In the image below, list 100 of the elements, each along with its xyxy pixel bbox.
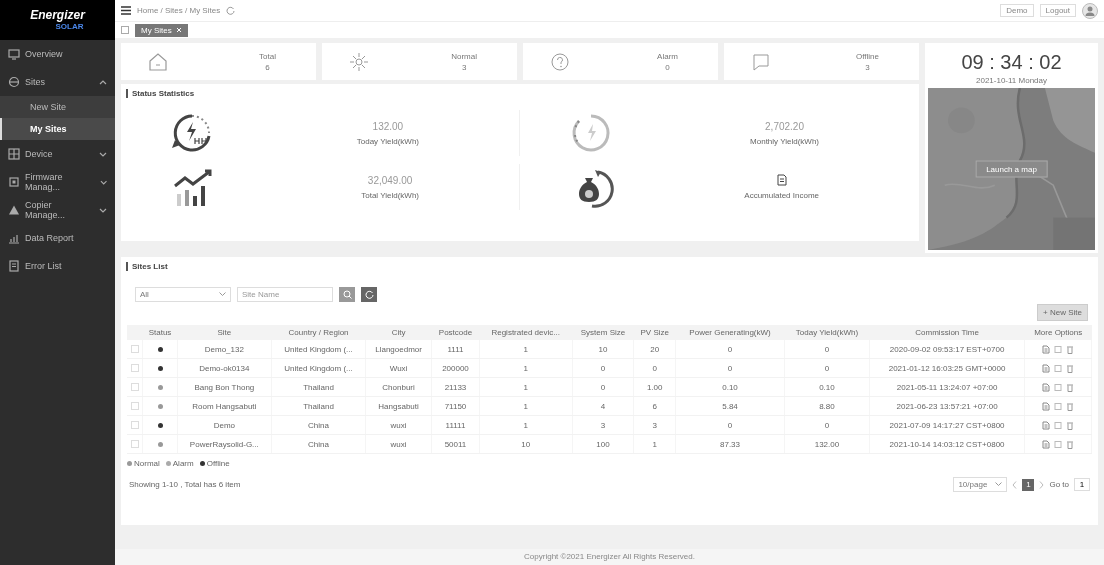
table-cell: 1 (479, 377, 572, 397)
chip-icon (8, 176, 20, 188)
table-cell: PowerRaysolid-G... (177, 434, 272, 454)
question-icon (549, 50, 571, 73)
table-cell: 0 (675, 340, 785, 359)
table-cell: 1 (479, 415, 572, 435)
new-site-button[interactable]: + New Site (1037, 304, 1088, 321)
sidebar-item[interactable]: Error List (0, 252, 115, 280)
reset-button[interactable] (361, 287, 377, 302)
close-icon (175, 27, 182, 33)
table-cell: Hangsabuti (365, 396, 432, 416)
table-cell: Bang Bon Thong (177, 377, 272, 397)
search-button[interactable] (339, 287, 355, 302)
edit-icon (1042, 363, 1051, 373)
search-field[interactable]: Site Name (237, 287, 333, 302)
avatar-icon (1082, 2, 1098, 19)
table-cell: 132.00 (784, 434, 870, 454)
table-cell: 1111 (431, 340, 480, 359)
row-checkbox[interactable] (130, 383, 139, 392)
statistic-label: Total Yield(kWh) (361, 190, 419, 200)
panel-title: Sites List (126, 262, 1098, 271)
table-cell: 0 (784, 340, 870, 359)
table-cell: 6 (633, 396, 676, 416)
summary-value: 3 (460, 61, 468, 73)
table-cell: 0 (675, 415, 785, 435)
row-checkbox[interactable] (130, 421, 139, 430)
legend-label: Offline (206, 459, 230, 468)
table-cell: wuxi (365, 434, 432, 454)
sidebar-item[interactable]: Device (0, 140, 115, 168)
table-cell: 1.00 (633, 377, 676, 397)
table-cell: 20 (633, 340, 676, 359)
sidebar-item[interactable]: Firmware Manag... (0, 168, 115, 196)
table-cell: 2021-06-23 13:57:21 +07:00 (869, 396, 1025, 416)
row-checkbox[interactable] (130, 364, 139, 373)
square-icon (1054, 401, 1063, 411)
row-checkbox[interactable] (130, 402, 139, 411)
result-summary: Showing 1-10 , Total has 6 item (129, 480, 241, 489)
header-button[interactable]: Demo (1000, 4, 1034, 17)
sidebar-item[interactable]: Data Report (0, 224, 115, 252)
goto-label: Go to (1049, 480, 1069, 489)
table-cell: Demo-ok0134 (177, 358, 272, 378)
next-page-button[interactable] (1039, 480, 1045, 489)
filter-select[interactable]: All (135, 287, 231, 302)
table-cell: 2021-07-09 14:17:27 CST+0800 (869, 415, 1025, 435)
menu-icon (121, 6, 131, 15)
goto-field[interactable]: 1 (1074, 478, 1090, 491)
sidebar-subitem[interactable]: New Site (0, 96, 115, 118)
column-header: Commission Time (869, 325, 1025, 340)
table-cell: 21133 (431, 377, 480, 397)
table-cell: 1 (633, 434, 676, 454)
panel-title: Status Statistics (126, 89, 919, 98)
statistic-label: Today Yield(kWh) (356, 136, 419, 146)
row-checkbox[interactable] (130, 345, 139, 354)
summary-value: 6 (264, 61, 271, 73)
table-cell: Thailand (271, 396, 366, 416)
list-icon (8, 260, 20, 272)
statistic-label: Monthly Yield(kWh) (750, 136, 819, 146)
square-icon (1054, 439, 1063, 449)
caret-down-icon (219, 292, 226, 297)
reset-icon (364, 290, 374, 299)
summary-value: 3 (864, 61, 871, 73)
delete-icon (1066, 382, 1075, 392)
column-header: Site (177, 325, 272, 340)
table-cell: Thailand (271, 377, 366, 397)
caret-down-icon (995, 482, 1003, 487)
sidebar-item[interactable]: Overview (0, 40, 115, 68)
delete-icon (1066, 401, 1075, 411)
table-cell: 0 (784, 415, 870, 435)
column-header: More Options (1024, 325, 1092, 340)
refresh-icon (226, 6, 236, 15)
edit-icon (1042, 344, 1051, 354)
page-size-select[interactable]: 10/page (953, 477, 1008, 492)
edit-icon (1042, 420, 1051, 430)
edit-icon (1042, 439, 1051, 449)
table-cell: China (271, 434, 366, 454)
column-header: Registrated devic... (479, 325, 572, 340)
statistic-value: 2,702.20 (765, 120, 804, 132)
table-cell: Chonburi (365, 377, 432, 397)
tab[interactable]: My Sites (135, 23, 188, 37)
table-cell: Llangoedmor (365, 340, 432, 359)
previous-page-button[interactable] (1012, 480, 1018, 489)
header-button[interactable]: Logout (1039, 4, 1076, 17)
logo-text: Energizer (30, 9, 85, 22)
sidebar-subitem[interactable]: My Sites (0, 118, 115, 140)
warning-icon (8, 204, 20, 216)
edit-icon (1042, 401, 1051, 411)
sidebar-item[interactable]: Sites (0, 68, 115, 96)
summary-label: Normal (451, 50, 477, 62)
column-header: System Size (572, 325, 634, 340)
table-cell: 1 (479, 396, 572, 416)
delete-icon (1066, 344, 1075, 354)
table-cell: United Kingdom (... (271, 358, 366, 378)
legend-label: Normal (134, 459, 160, 468)
table-cell: 2020-09-02 09:53:17 EST+0700 (869, 340, 1025, 359)
clock-date: 2021-10-11 Monday (976, 76, 1047, 85)
clock-time: 09 : 34 : 02 (961, 51, 1062, 74)
page-button[interactable]: 1 (1022, 478, 1035, 491)
row-checkbox[interactable] (130, 440, 139, 449)
sidebar-item[interactable]: Copier Manage... (0, 196, 115, 224)
statistic-value: 32,049.00 (367, 174, 413, 186)
